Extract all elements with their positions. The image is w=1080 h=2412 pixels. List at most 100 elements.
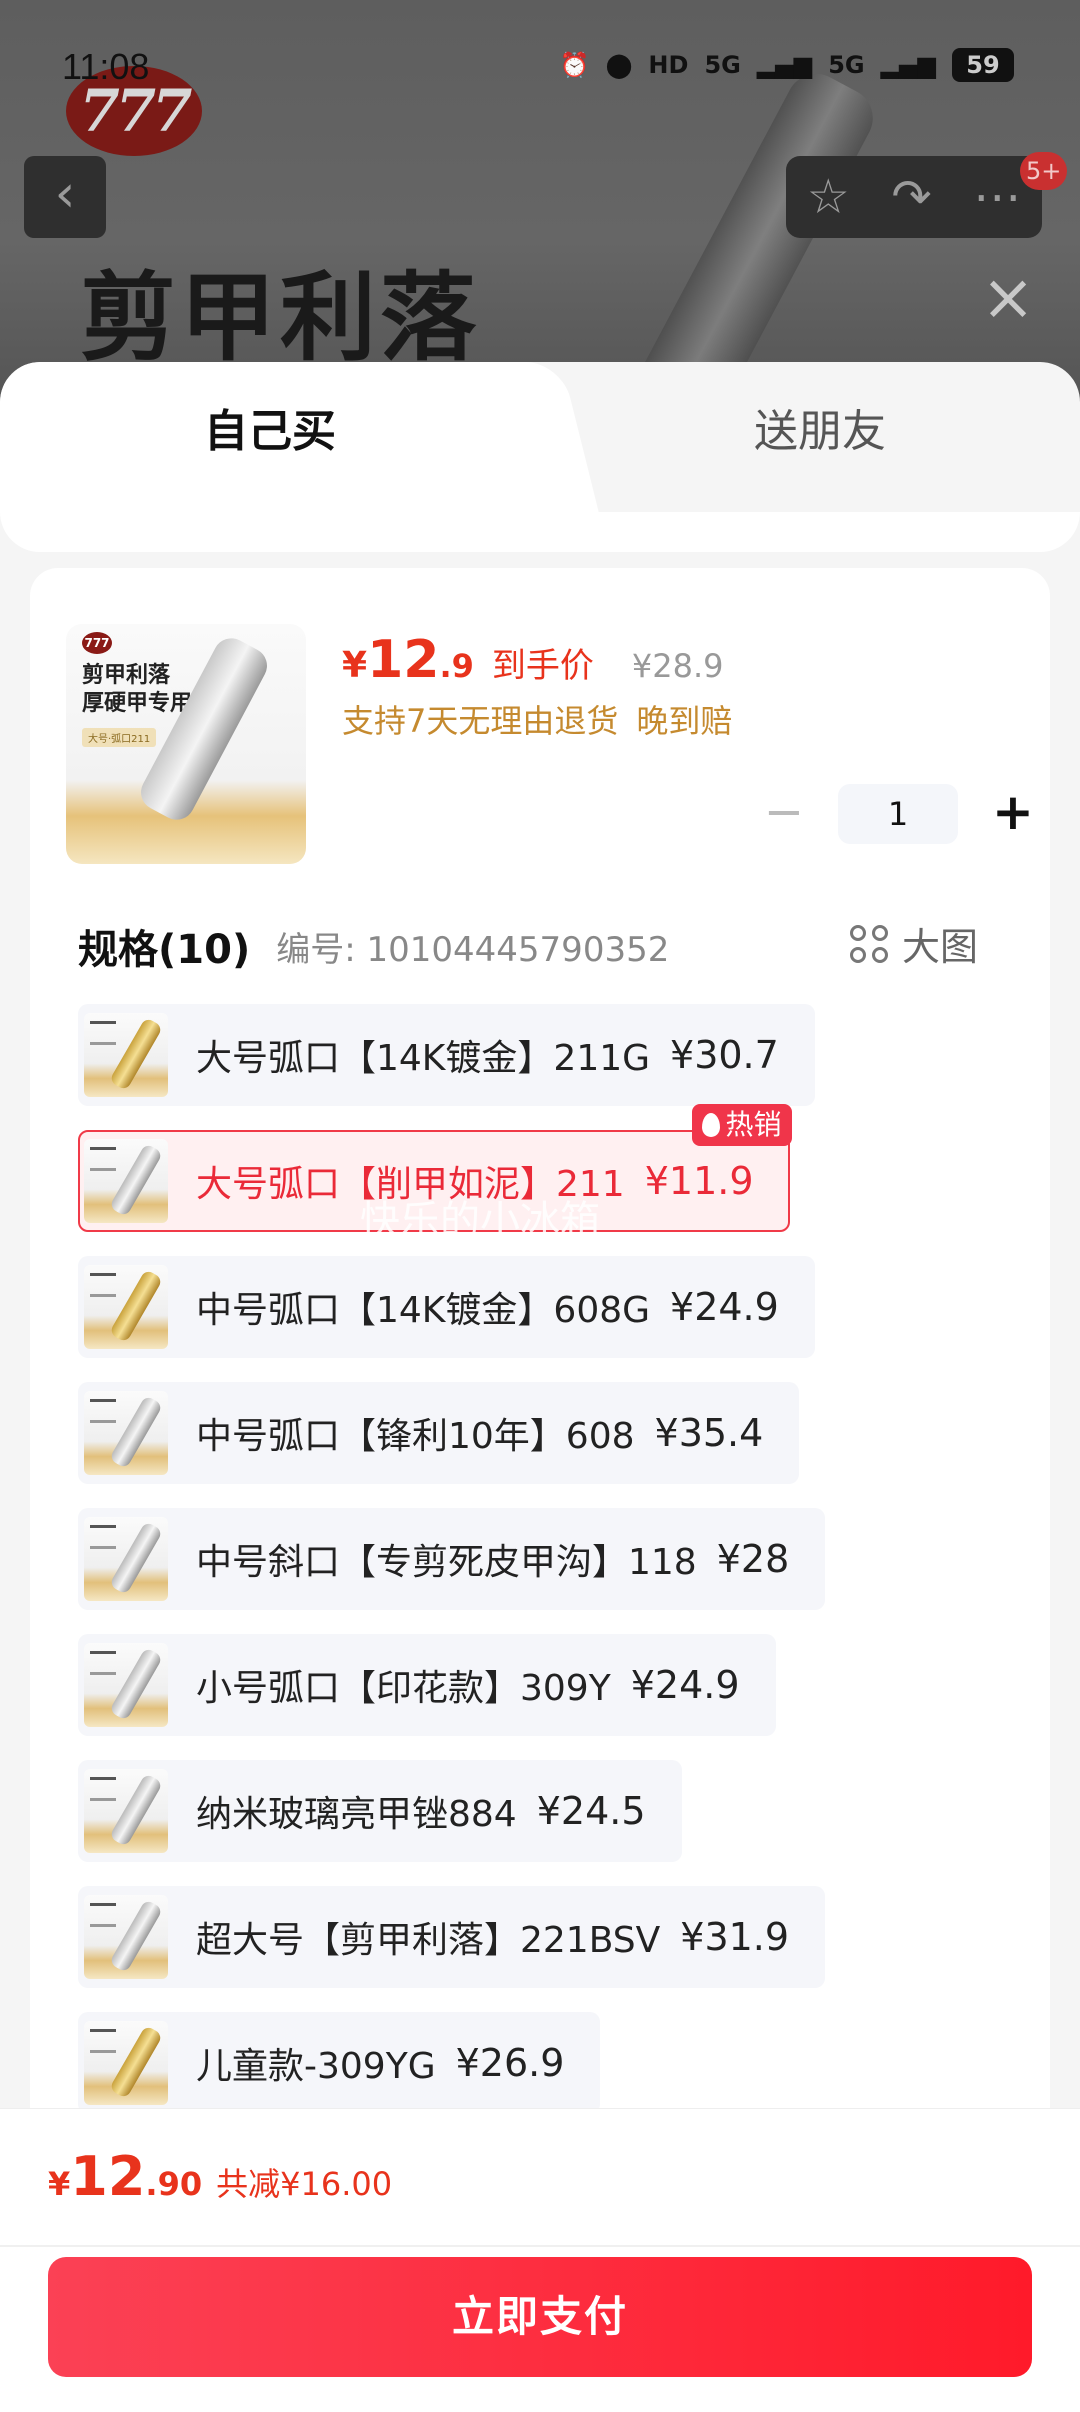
quantity-stepper: − 1 + xyxy=(750,784,1038,844)
spec-thumbnail xyxy=(84,2021,168,2105)
purchase-tabs: 送朋友 自己买 xyxy=(0,362,1080,552)
tab-gift[interactable]: 送朋友 xyxy=(560,362,1080,502)
spec-row: 超大号【剪甲利落】221BSV ¥31.9 xyxy=(78,1886,1018,2012)
spec-row: 中号斜口【专剪死皮甲沟】118 ¥28 xyxy=(78,1508,1018,1634)
spec-thumbnail xyxy=(84,1265,168,1349)
pay-now-button[interactable]: 立即支付 xyxy=(48,2257,1032,2377)
spec-thumbnail xyxy=(84,1517,168,1601)
spec-price: ¥24.5 xyxy=(536,1789,646,1833)
spec-price: ¥11.9 xyxy=(644,1159,754,1203)
spec-price: ¥24.9 xyxy=(630,1663,740,1707)
spec-row: 小号弧口【印花款】309Y ¥24.9 xyxy=(78,1634,1018,1760)
spec-price: ¥31.9 xyxy=(680,1915,790,1959)
spec-header: 规格(10) 编号: 10104445790352 大图 xyxy=(78,916,1028,976)
alarm-icon: ⏰ xyxy=(559,51,590,79)
spec-option[interactable]: 大号弧口【14K镀金】211G ¥30.7 xyxy=(78,1004,815,1106)
spec-option[interactable]: 中号斜口【专剪死皮甲沟】118 ¥28 xyxy=(78,1508,826,1610)
status-time: 11:08 xyxy=(62,46,150,87)
spec-label: 小号弧口【印花款】309Y xyxy=(196,1668,611,1709)
spec-price: ¥28 xyxy=(716,1537,790,1581)
message-badge: 5+ xyxy=(1020,152,1068,190)
spec-option[interactable]: 中号弧口【锋利10年】608 ¥35.4 xyxy=(78,1382,800,1484)
total-currency: ¥ xyxy=(48,2165,71,2203)
big-image-label: 大图 xyxy=(901,925,978,969)
signal-icon: ▂▄▆ xyxy=(756,51,813,79)
spec-option[interactable]: 小号弧口【印花款】309Y ¥24.9 xyxy=(78,1634,776,1736)
service-guarantees: 支持7天无理由退货 晚到赔 xyxy=(342,696,732,742)
spec-thumbnail xyxy=(84,1013,168,1097)
price-integer: 12 xyxy=(367,630,440,690)
spec-label: 中号弧口【14K镀金】608G xyxy=(196,1290,651,1331)
return-policy: 支持7天无理由退货 xyxy=(342,702,619,740)
purchase-sheet: 送朋友 自己买 777 剪甲利落 厚硬甲专用 大号·弧口211 ¥ 12 .9 … xyxy=(0,362,1080,2412)
price-currency: ¥ xyxy=(342,645,368,686)
product-thumbnail[interactable]: 777 剪甲利落 厚硬甲专用 大号·弧口211 xyxy=(66,624,306,864)
spec-list: 大号弧口【14K镀金】211G ¥30.7 大号弧口【削甲如泥】211 ¥11.9 热销… xyxy=(78,1004,1018,2138)
spec-option[interactable]: 大号弧口【削甲如泥】211 ¥11.9 热销 xyxy=(78,1104,792,1232)
discount-total: 共减¥16.00 xyxy=(216,2165,393,2203)
location-icon: ⬤ xyxy=(605,51,633,79)
status-icons: ⏰ ⬤ HD 5G ▂▄▆ 5G ▂▄▆ 59 xyxy=(560,48,1014,82)
tab-self-buy-label: 自己买 xyxy=(204,406,336,457)
price-line: ¥ 12 .9 到手价 ¥28.9 xyxy=(342,630,723,690)
thumb-title-line2: 厚硬甲专用 xyxy=(82,691,193,716)
spec-label: 大号弧口【14K镀金】211G xyxy=(196,1038,651,1079)
hd-label: HD xyxy=(648,51,689,79)
battery-icon: 59 xyxy=(952,48,1014,82)
final-price-tag: 到手价 xyxy=(491,646,594,686)
sku-card: 777 剪甲利落 厚硬甲专用 大号·弧口211 ¥ 12 .9 到手价 ¥28.… xyxy=(30,568,1050,2268)
spec-price: ¥26.9 xyxy=(455,2041,565,2085)
spec-row: 大号弧口【削甲如泥】211 ¥11.9 热销 xyxy=(78,1104,1018,1256)
total-price: ¥ 12 .90 共减¥16.00 xyxy=(48,2145,392,2208)
total-decimal: .90 xyxy=(145,2165,203,2203)
spec-label: 超大号【剪甲利落】221BSV xyxy=(196,1920,661,1961)
back-button[interactable]: ‹ xyxy=(24,156,106,238)
thumb-title: 剪甲利落 厚硬甲专用 xyxy=(82,662,192,718)
tab-strip xyxy=(0,512,1080,552)
spec-label: 纳米玻璃亮甲锉884 xyxy=(196,1794,517,1835)
spec-title: 规格(10) xyxy=(78,927,251,973)
checkout-footer: ¥ 12 .90 共减¥16.00 立即支付 xyxy=(0,2108,1080,2412)
flame-icon xyxy=(701,1113,720,1137)
hot-sale-label: 热销 xyxy=(725,1108,782,1141)
spec-label: 大号弧口【削甲如泥】211 xyxy=(196,1164,625,1205)
signal-5g-label: 5G xyxy=(704,51,741,79)
price-decimal: .9 xyxy=(439,647,474,685)
status-bar: 11:08 ⏰ ⬤ HD 5G ▂▄▆ 5G ▂▄▆ 59 xyxy=(0,40,1080,100)
thumb-tag: 大号·弧口211 xyxy=(82,728,157,747)
grid-icon xyxy=(849,924,888,963)
spec-label: 儿童款-309YG xyxy=(196,2046,436,2087)
spec-row: 中号弧口【锋利10年】608 ¥35.4 xyxy=(78,1382,1018,1508)
total-integer: 12 xyxy=(70,2145,146,2208)
spec-option[interactable]: 中号弧口【14K镀金】608G ¥24.9 xyxy=(78,1256,815,1358)
thumb-brand-logo: 777 xyxy=(82,632,112,654)
thumb-title-line1: 剪甲利落 xyxy=(82,663,171,688)
decrease-button[interactable]: − xyxy=(750,784,818,844)
big-image-toggle[interactable]: 大图 xyxy=(849,916,978,971)
spec-thumbnail xyxy=(84,1391,168,1475)
top-action-bar: ☆ ↷ ⋯ xyxy=(786,156,1042,238)
signal-icon-2: ▂▄▆ xyxy=(880,51,936,79)
spec-thumbnail xyxy=(84,1895,168,1979)
divider xyxy=(0,2245,1080,2247)
quantity-input[interactable]: 1 xyxy=(838,784,958,844)
spec-price: ¥35.4 xyxy=(654,1411,764,1455)
product-code: 编号: 10104445790352 xyxy=(276,929,670,970)
hot-sale-badge: 热销 xyxy=(691,1104,792,1146)
spec-thumbnail xyxy=(84,1769,168,1853)
spec-option[interactable]: 超大号【剪甲利落】221BSV ¥31.9 xyxy=(78,1886,826,1988)
more-icon[interactable]: ⋯ xyxy=(973,169,1021,225)
spec-price: ¥24.9 xyxy=(670,1285,779,1329)
spec-option[interactable]: 儿童款-309YG ¥26.9 xyxy=(78,2012,601,2114)
increase-button[interactable]: + xyxy=(988,784,1038,844)
spec-price: ¥30.7 xyxy=(670,1033,779,1077)
favorite-star-icon[interactable]: ☆ xyxy=(807,169,850,225)
spec-option[interactable]: 纳米玻璃亮甲锉884 ¥24.5 xyxy=(78,1760,682,1862)
share-icon[interactable]: ↷ xyxy=(891,169,931,225)
spec-thumbnail xyxy=(84,1643,168,1727)
close-icon[interactable]: × xyxy=(978,266,1038,330)
spec-row: 大号弧口【14K镀金】211G ¥30.7 xyxy=(78,1004,1018,1130)
original-price: ¥28.9 xyxy=(631,647,724,685)
tab-self-buy[interactable]: 自己买 xyxy=(0,362,540,512)
spec-row: 中号弧口【14K镀金】608G ¥24.9 xyxy=(78,1256,1018,1382)
